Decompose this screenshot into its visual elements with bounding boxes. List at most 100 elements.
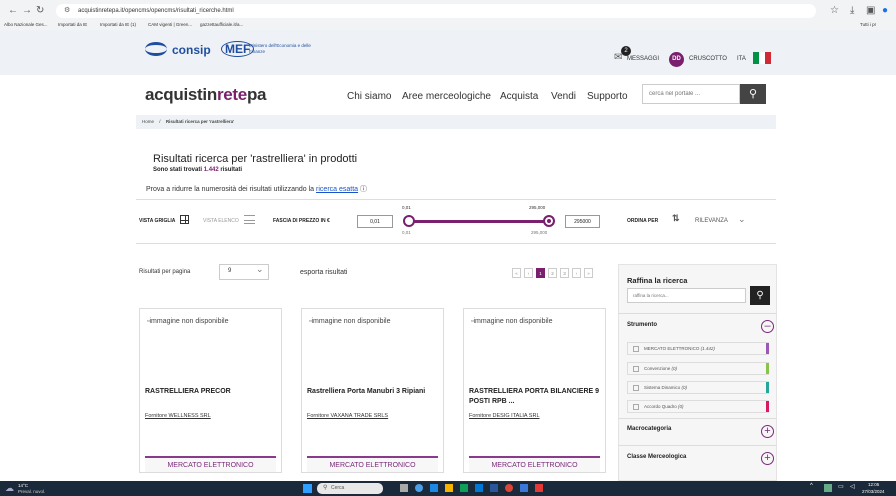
checkbox-icon[interactable] [633, 346, 639, 352]
marketplace-button[interactable]: MERCATO ELETTRONICO [145, 456, 276, 472]
word-icon[interactable] [490, 484, 498, 492]
nav-item-acquista[interactable]: Acquista [500, 91, 538, 102]
price-range-label: FASCIA DI PREZZO IN € [273, 218, 330, 224]
consip-logo[interactable]: consip [172, 43, 211, 57]
explorer-icon[interactable] [445, 484, 453, 492]
nav-item-chi-siamo[interactable]: Chi siamo [347, 91, 391, 102]
pagination-page-1[interactable]: 1 [536, 268, 545, 278]
checkbox-icon[interactable] [633, 404, 639, 410]
bookmark-item[interactable]: Albo Nazionale Ges... [4, 22, 48, 27]
app-icon[interactable] [430, 484, 438, 492]
refine-search-input[interactable] [627, 288, 746, 303]
address-bar[interactable]: ⚙ acquistinretepa.it/opencms/opencms/ris… [56, 4, 816, 18]
pagination-page-2[interactable]: 2 [548, 268, 557, 278]
expand-icon[interactable]: + [761, 452, 774, 465]
bookmark-item[interactable]: Tutti i pr [860, 22, 876, 27]
facet-classe-merceologica[interactable]: Classe Merceologica [618, 445, 777, 471]
exact-search-link[interactable]: ricerca esatta [316, 186, 358, 193]
product-supplier-link[interactable]: Fornitore WELLNESS SRL [145, 413, 211, 419]
info-icon[interactable]: ⓘ [360, 186, 367, 193]
tray-chevron-icon[interactable]: ^ [810, 483, 813, 489]
pagination-last[interactable]: » [584, 268, 593, 278]
refine-search-button[interactable]: ⚲ [750, 286, 770, 305]
filter-option[interactable]: Sistema Dinamico (0) [627, 381, 769, 394]
count-value: 1.442 [203, 167, 219, 173]
nav-item-supporto[interactable]: Supporto [587, 91, 628, 102]
bookmark-star-icon[interactable]: ☆ [830, 5, 839, 16]
download-icon[interactable]: ⤓ [850, 5, 854, 16]
product-supplier-link[interactable]: Fornitore DESIG ITALIA SRL [469, 413, 540, 419]
chrome-icon[interactable] [505, 484, 513, 492]
pagination-page-3[interactable]: 3 [560, 268, 569, 278]
volume-icon[interactable]: ◁ [850, 483, 855, 490]
reload-icon[interactable]: ↻ [36, 5, 44, 16]
product-card[interactable]: ▫immagine non disponibile RASTRELLIERA P… [139, 308, 282, 473]
product-card[interactable]: ▫immagine non disponibile RASTRELLIERA P… [463, 308, 606, 473]
checkbox-icon[interactable] [633, 366, 639, 372]
portal-search-input[interactable] [642, 84, 740, 104]
product-title[interactable]: Rastrelliera Porta Manubri 3 Ripiani [307, 387, 440, 397]
price-slider-max-handle[interactable] [543, 215, 555, 227]
facet-macrocategoria[interactable]: Macrocategoria [618, 418, 777, 444]
edge-icon[interactable] [415, 484, 423, 492]
tray-app-icon[interactable] [824, 484, 832, 492]
price-max-input[interactable]: 295000 [565, 215, 600, 228]
profile-icon[interactable]: ● [882, 5, 888, 16]
windows-start-icon[interactable] [303, 484, 312, 493]
taskbar-search[interactable]: ⚲ Cerca [317, 483, 383, 494]
expand-icon[interactable]: + [761, 425, 774, 438]
bookmark-item[interactable]: CAM vigenti | Green... [148, 22, 192, 27]
store-icon[interactable] [460, 484, 468, 492]
forward-icon[interactable]: → [22, 5, 32, 16]
site-info-icon[interactable]: ⚙ [64, 4, 70, 18]
outlook-icon[interactable] [475, 484, 483, 492]
product-card[interactable]: ▫immagine non disponibile Rastrelliera P… [301, 308, 444, 473]
filter-option[interactable]: Accordo Quadro (0) [627, 400, 769, 413]
product-title[interactable]: RASTRELLIERA PORTA BILANCIERE 9 POSTI RP… [469, 387, 602, 407]
filter-option[interactable]: MERCATO ELETTRONICO (1.442) [627, 342, 769, 355]
price-slider-track[interactable] [410, 220, 550, 223]
pagination-next[interactable]: › [572, 268, 581, 278]
checkbox-icon[interactable] [633, 385, 639, 391]
pagination-first[interactable]: « [512, 268, 521, 278]
breadcrumb-home[interactable]: Home [142, 119, 154, 124]
facet-strumento[interactable]: Strumento [618, 313, 777, 335]
list-view-label[interactable]: VISTA ELENCO [203, 218, 239, 224]
dashboard-link[interactable]: CRUSCOTTO [689, 56, 727, 62]
sort-dropdown[interactable]: RILEVANZA [695, 218, 728, 224]
export-results-link[interactable]: esporta risultati [300, 269, 347, 276]
chevron-down-icon[interactable]: ⌄ [738, 214, 746, 225]
pagination-prev[interactable]: ‹ [524, 268, 533, 278]
bookmark-item[interactable]: Importati da IE [58, 22, 87, 27]
product-title[interactable]: RASTRELLIERA PRECOR [145, 387, 278, 397]
per-page-select[interactable]: 9 ⌄ [219, 264, 269, 280]
acrobat-icon[interactable] [535, 484, 543, 492]
weather-icon[interactable]: ☁ [5, 483, 14, 494]
bookmark-item[interactable]: gazzettaufficiale.it/a... [200, 22, 243, 27]
clock-date[interactable]: 27/03/2024 [862, 489, 885, 494]
filter-option[interactable]: Convenzione (0) [627, 362, 769, 375]
list-view-icon[interactable] [244, 215, 255, 224]
collapse-icon[interactable]: – [761, 320, 774, 333]
marketplace-button[interactable]: MERCATO ELETTRONICO [307, 456, 438, 472]
marketplace-button[interactable]: MERCATO ELETTRONICO [469, 456, 600, 472]
user-avatar[interactable]: DD [669, 52, 684, 67]
language-selector[interactable]: ITA [737, 56, 746, 62]
messages-link[interactable]: MESSAGGI [627, 56, 659, 62]
site-logo[interactable]: acquistinretepa [145, 85, 266, 105]
tab-strip-icon[interactable]: ▣ [866, 5, 875, 16]
price-min-input[interactable]: 0,01 [357, 215, 393, 228]
price-slider-min-handle[interactable] [403, 215, 415, 227]
grid-view-label[interactable]: VISTA GRIGLIA [139, 218, 175, 224]
back-icon[interactable]: ← [8, 5, 18, 16]
search-button[interactable]: ⚲ [740, 84, 766, 104]
task-view-icon[interactable] [400, 484, 408, 492]
nav-item-aree[interactable]: Aree merceologiche [402, 91, 491, 102]
nav-item-vendi[interactable]: Vendi [551, 91, 576, 102]
grid-view-icon[interactable] [180, 215, 189, 224]
bookmark-item[interactable]: Importati da IE (1) [100, 22, 136, 27]
teams-icon[interactable] [520, 484, 528, 492]
clock-time[interactable]: 12:05 [868, 482, 879, 487]
product-supplier-link[interactable]: Fornitore VAXANA TRADE SRLS [307, 413, 388, 419]
network-icon[interactable]: ▭ [838, 483, 844, 490]
